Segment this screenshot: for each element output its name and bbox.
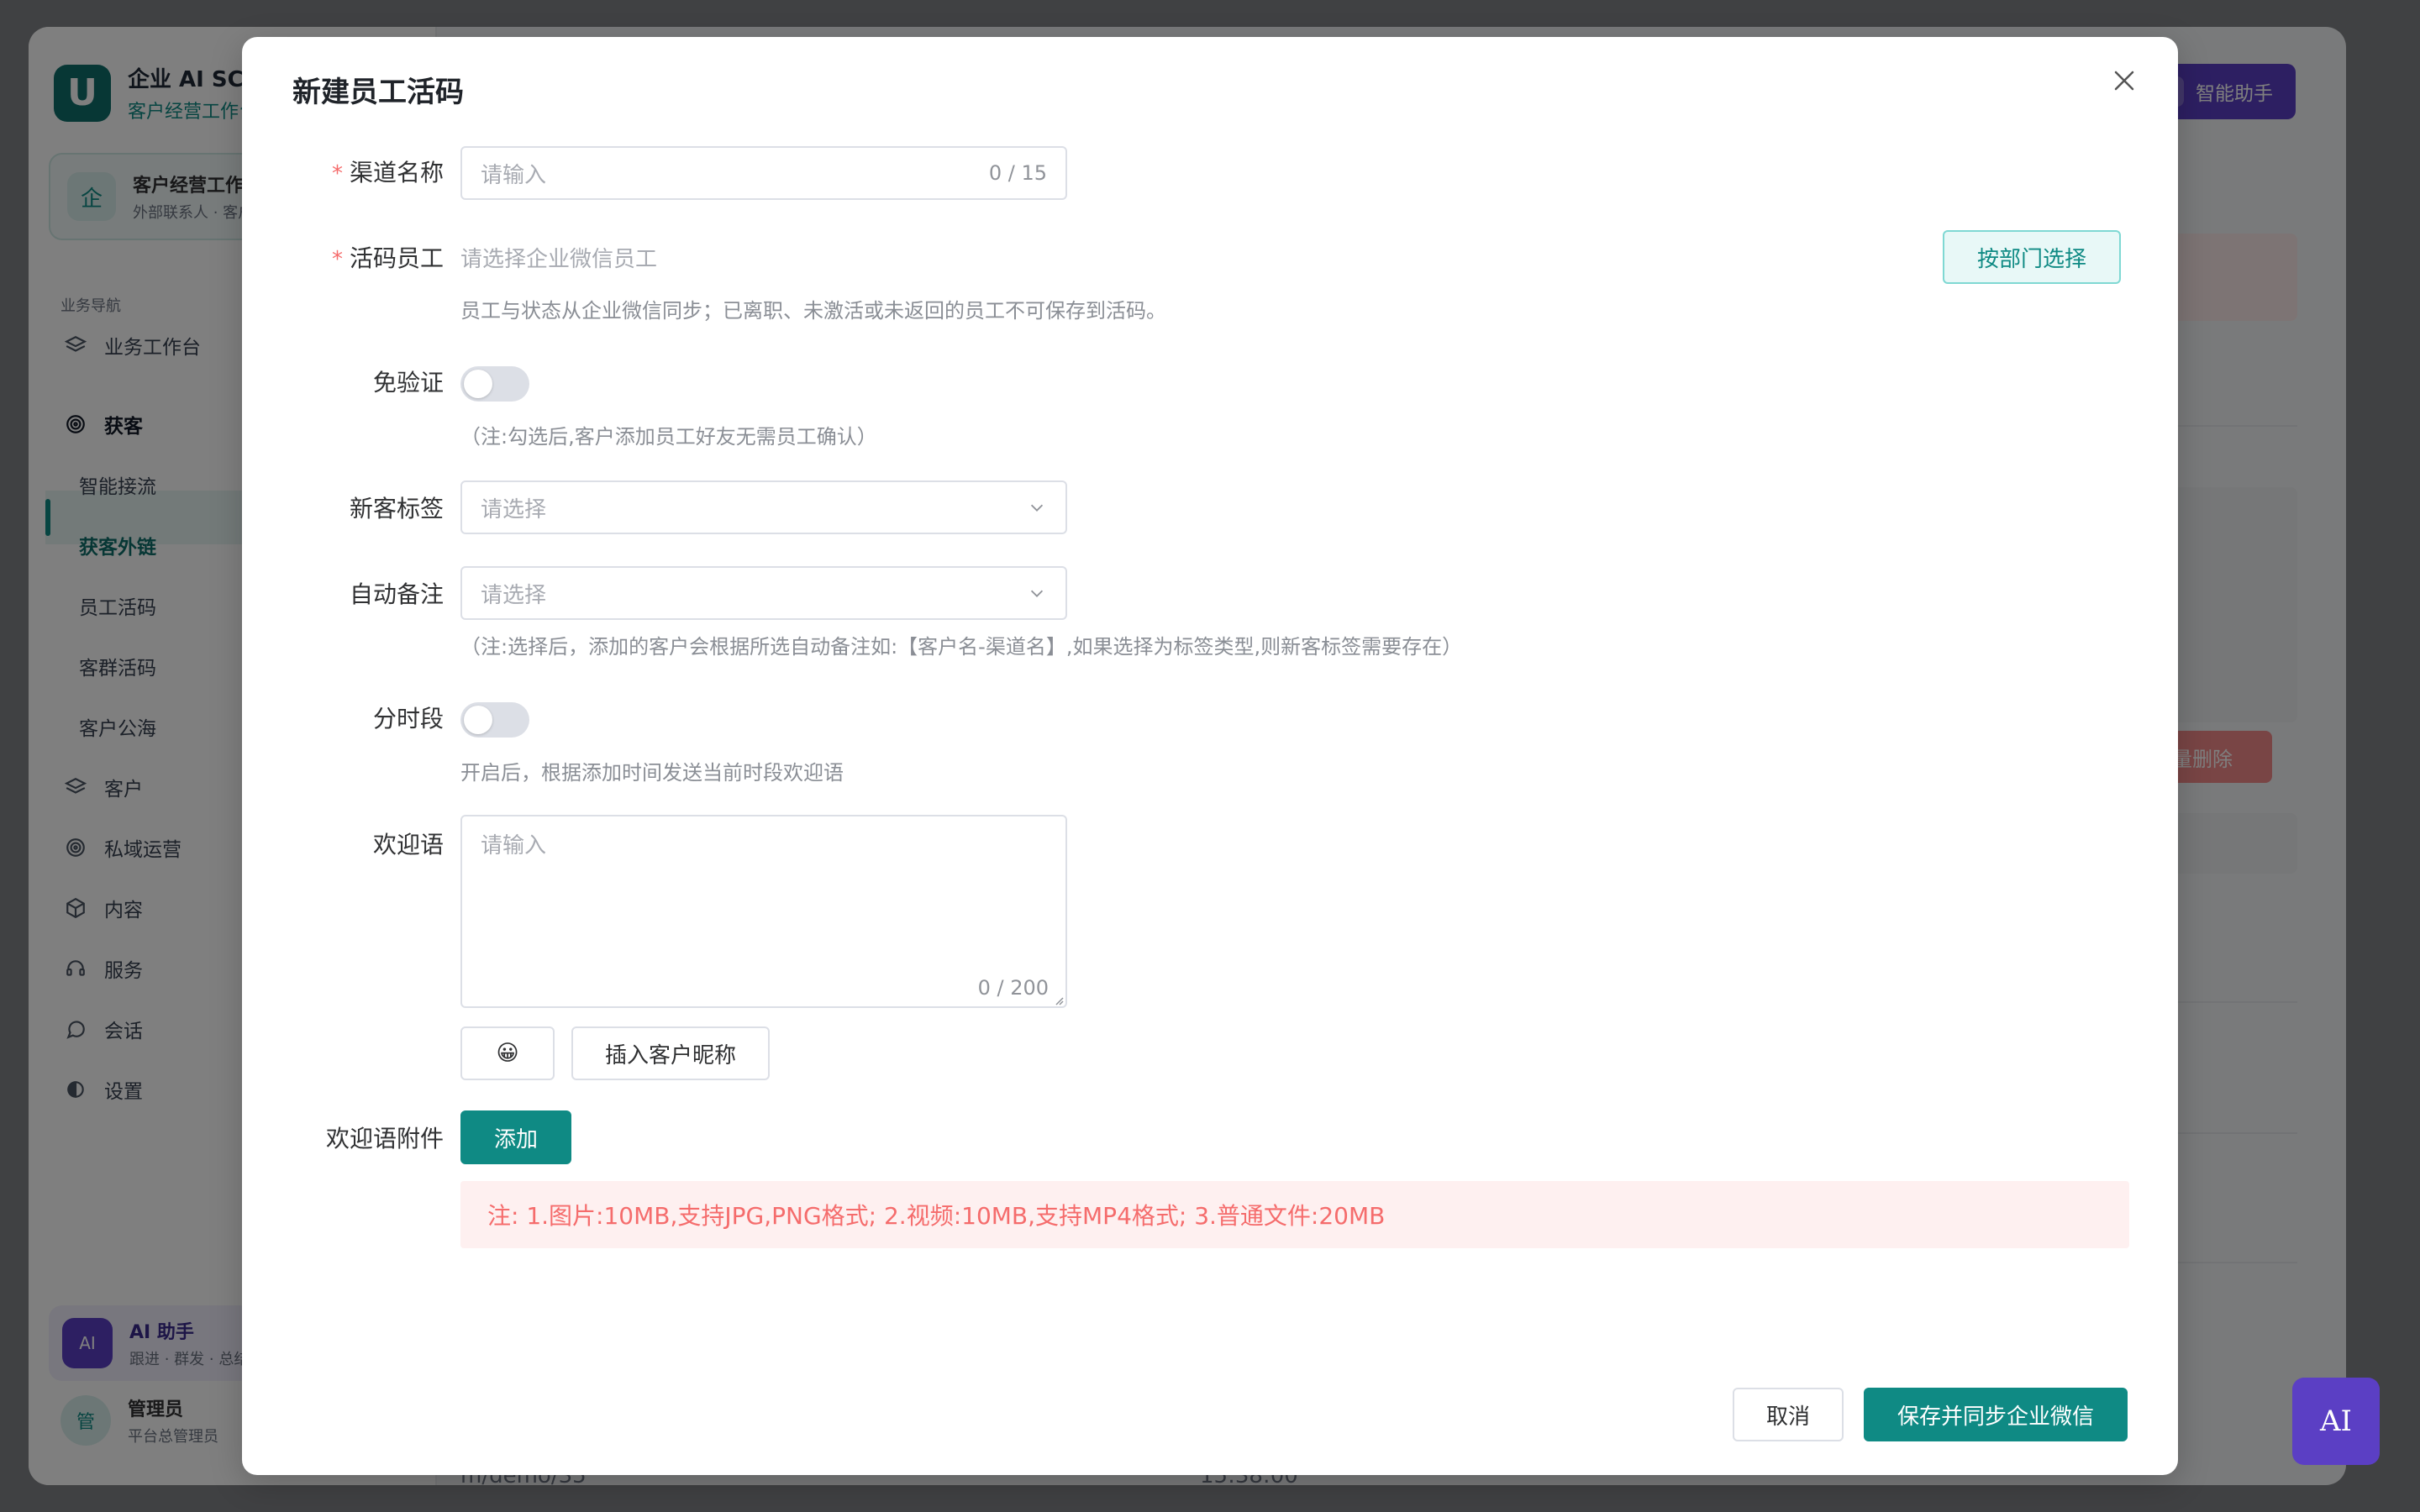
auto-remark-hint: （注:选择后，添加的客户会根据所选自动备注如:【客户名-渠道名】,如果选择为标签… <box>460 635 1463 659</box>
skip-verify-hint: （注:勾选后,客户添加员工好友无需员工确认） <box>460 425 877 449</box>
resize-grip-icon[interactable] <box>1052 993 1064 1005</box>
skip-verify-label: 免验证 <box>372 369 444 396</box>
staff-label: * 活码员工 <box>331 244 444 272</box>
required-mark: * <box>331 161 343 186</box>
switch-knob <box>464 706 492 734</box>
channel-name-counter: 0 / 15 <box>988 161 1047 185</box>
welcome-counter: 0 / 200 <box>977 976 1049 1000</box>
select-by-department-button[interactable]: 按部门选择 <box>1943 230 2121 284</box>
add-attachment-button[interactable]: 添加 <box>460 1110 571 1164</box>
cancel-button[interactable]: 取消 <box>1733 1388 1844 1441</box>
time-period-label: 分时段 <box>372 705 444 732</box>
required-mark: * <box>331 247 343 272</box>
create-staff-qrcode-dialog: 新建员工活码 * 渠道名称 请输入 0 / 15 * 活码员工 请选择企业微信员工 … <box>242 37 2178 1475</box>
chevron-down-icon <box>1027 497 1047 517</box>
auto-remark-label: 自动备注 <box>349 580 444 608</box>
ai-float-button[interactable]: AI <box>2292 1378 2380 1465</box>
time-period-switch[interactable] <box>460 702 529 738</box>
attachment-note: 注: 1.图片:10MB,支持JPG,PNG格式; 2.视频:10MB,支持MP… <box>460 1181 2129 1248</box>
dialog-title: 新建员工活码 <box>292 76 464 109</box>
auto-remark-select[interactable]: 请选择 <box>460 566 1067 620</box>
welcome-label: 欢迎语 <box>372 831 444 858</box>
channel-name-placeholder: 请输入 <box>481 162 547 188</box>
insert-nickname-button[interactable]: 插入客户昵称 <box>571 1026 770 1080</box>
close-icon <box>2112 68 2137 97</box>
save-sync-button[interactable]: 保存并同步企业微信 <box>1864 1388 2128 1441</box>
staff-hint: 员工与状态从企业微信同步；已离职、未激活或未返回的员工不可保存到活码。 <box>460 299 1166 323</box>
skip-verify-switch[interactable] <box>460 366 529 402</box>
chevron-down-icon <box>1027 583 1047 603</box>
auto-remark-placeholder: 请选择 <box>481 582 547 608</box>
channel-name-input[interactable]: 请输入 0 / 15 <box>460 146 1067 200</box>
switch-knob <box>464 370 492 398</box>
welcome-textarea[interactable]: 请输入 0 / 200 <box>460 815 1067 1008</box>
emoji-button[interactable]: 😀 <box>460 1026 555 1080</box>
time-period-hint: 开启后，根据添加时间发送当前时段欢迎语 <box>460 761 844 785</box>
attachment-label: 欢迎语附件 <box>325 1125 444 1152</box>
close-button[interactable] <box>2101 59 2148 106</box>
channel-name-label: * 渠道名称 <box>331 159 444 186</box>
welcome-placeholder: 请输入 <box>481 833 547 858</box>
new-tag-placeholder: 请选择 <box>481 496 547 522</box>
staff-select[interactable]: 请选择企业微信员工 <box>460 242 657 273</box>
new-tag-label: 新客标签 <box>349 495 444 522</box>
new-tag-select[interactable]: 请选择 <box>460 480 1067 534</box>
